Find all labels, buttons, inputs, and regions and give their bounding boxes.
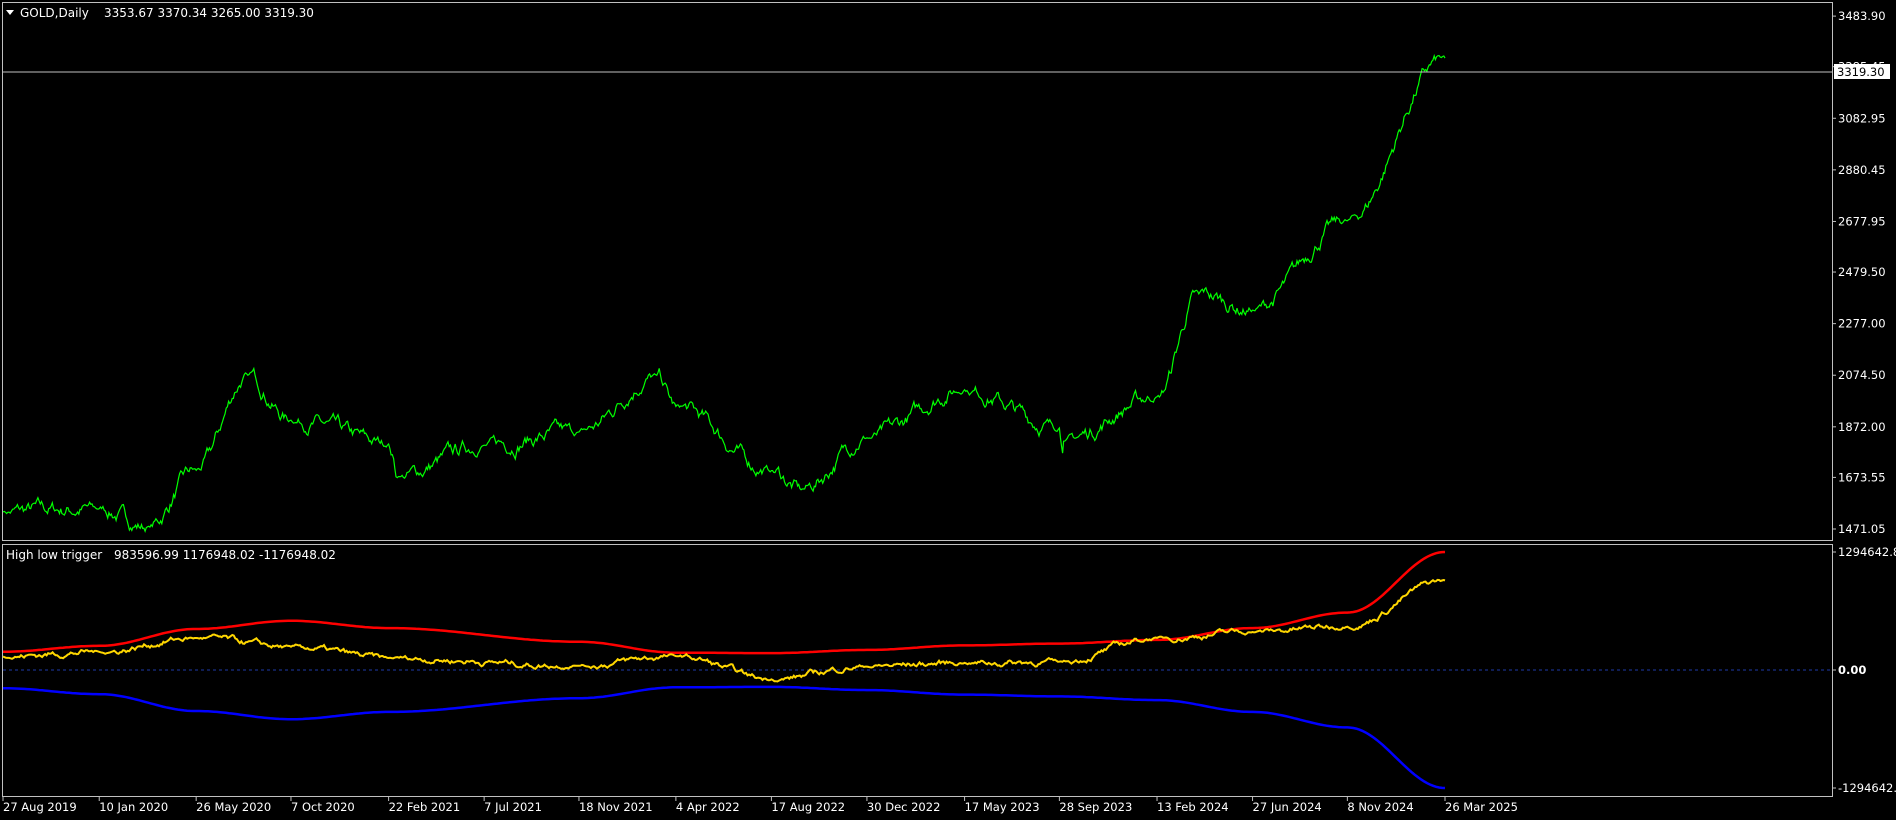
upper-band-line: [3, 550, 1446, 655]
price-label: 2479.50: [1838, 265, 1886, 279]
time-label: 7 Oct 2020: [291, 800, 355, 814]
price-label: 1872.00: [1838, 420, 1886, 434]
indicator-axis: 1294642.8 0.00 -1294642.8: [1832, 545, 1896, 795]
price-label: 2880.45: [1838, 163, 1886, 177]
time-label: 17 Aug 2022: [771, 800, 845, 814]
time-axis: 27 Aug 2019 10 Jan 2020 26 May 2020 7 Oct 2…: [2, 797, 1518, 814]
price-label: 3483.90: [1838, 9, 1886, 23]
price-label: 2677.95: [1838, 214, 1886, 228]
time-label: 13 Feb 2024: [1157, 800, 1229, 814]
trading-chart[interactable]: 3483.903285.453082.952880.452677.952479.…: [0, 0, 1896, 820]
price-label: 3082.95: [1838, 111, 1886, 125]
price-label: 1673.55: [1838, 470, 1886, 484]
price-panel-frame: [2, 2, 1833, 541]
time-label: 26 Mar 2025: [1445, 800, 1518, 814]
price-line: [2, 53, 1446, 533]
time-label: 8 Nov 2024: [1347, 800, 1413, 814]
symbol-title: GOLD,Daily: [20, 6, 89, 20]
lower-band-line: [3, 685, 1446, 790]
indicator-label: 1294642.8: [1838, 545, 1896, 559]
price-axis: 3483.903285.453082.952880.452677.952479.…: [1832, 9, 1886, 536]
indicator-label: 0.00: [1838, 663, 1866, 677]
price-label: 1471.05: [1838, 522, 1886, 536]
time-label: 28 Sep 2023: [1059, 800, 1132, 814]
price-label: 2277.00: [1838, 317, 1886, 331]
indicator-name: High low trigger: [6, 548, 102, 562]
price-label: 2074.50: [1838, 368, 1886, 382]
time-label: 27 Jun 2024: [1253, 800, 1322, 814]
time-label: 4 Apr 2022: [676, 800, 740, 814]
trigger-line: [2, 578, 1446, 683]
time-label: 10 Jan 2020: [99, 800, 168, 814]
current-price-label: 3319.30: [1837, 65, 1885, 79]
time-label: 26 May 2020: [196, 800, 271, 814]
time-label: 18 Nov 2021: [579, 800, 653, 814]
time-label: 22 Feb 2021: [389, 800, 461, 814]
indicator-label: -1294642.8: [1838, 781, 1896, 795]
time-label: 17 May 2023: [965, 800, 1040, 814]
dropdown-triangle-icon[interactable]: [6, 10, 14, 15]
ohlc-values: 3353.67 3370.34 3265.00 3319.30: [104, 6, 314, 20]
time-label: 30 Dec 2022: [867, 800, 940, 814]
time-label: 7 Jul 2021: [484, 800, 542, 814]
time-label: 27 Aug 2019: [3, 800, 77, 814]
indicator-values: 983596.99 1176948.02 -1176948.02: [114, 548, 336, 562]
